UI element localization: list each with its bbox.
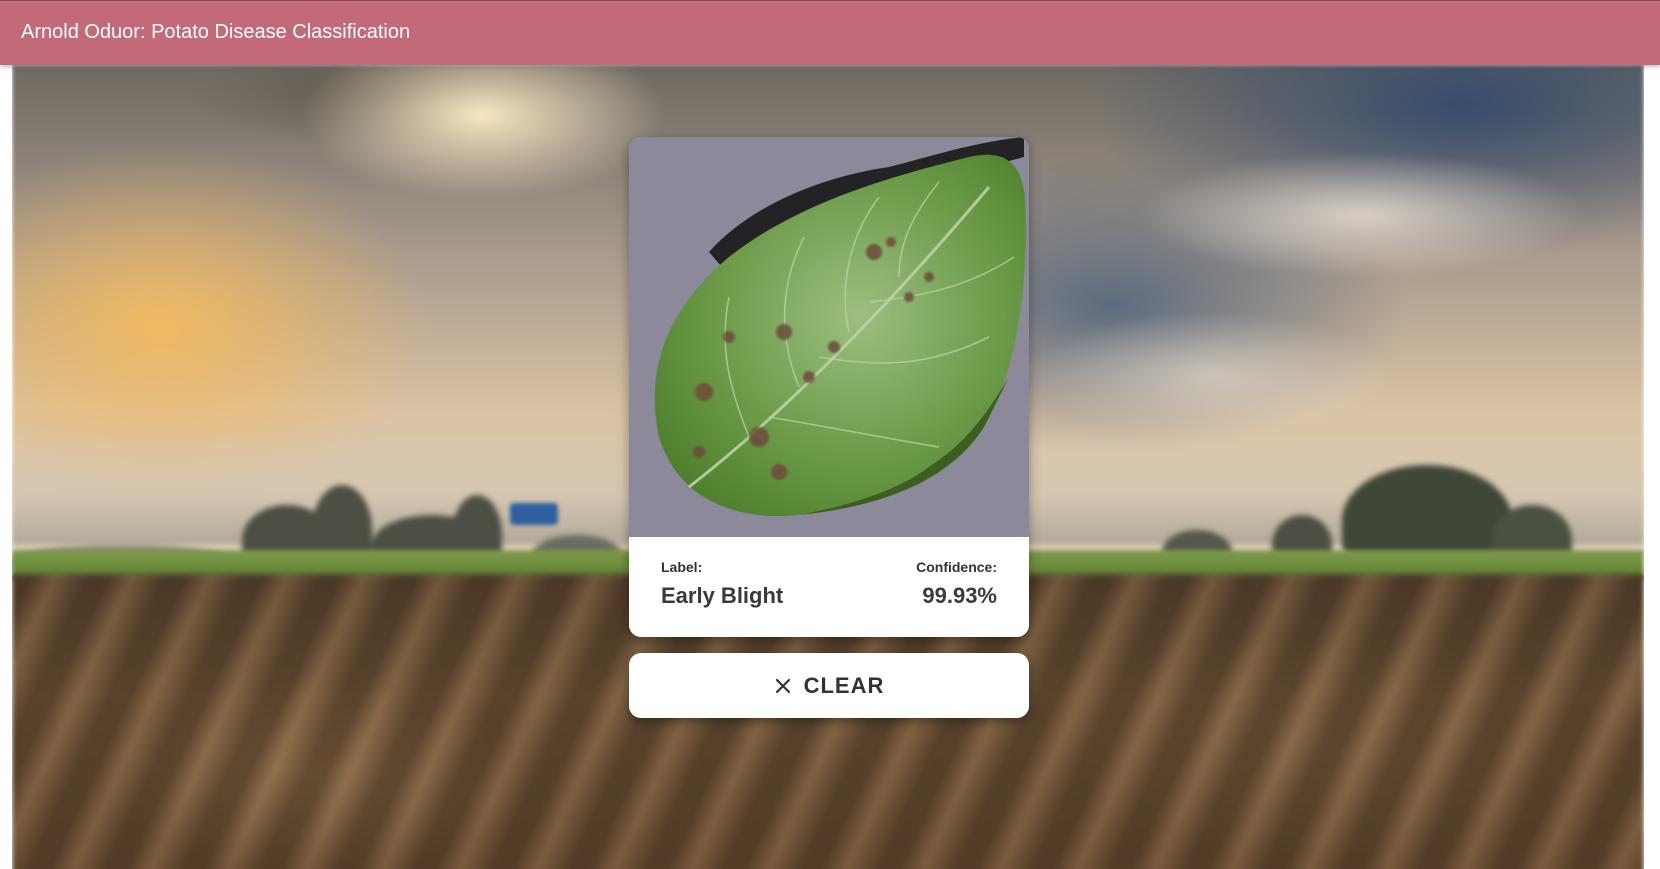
label-caption: Label:: [661, 559, 703, 575]
prediction-result: Label: Early Blight Confidence: 99.93%: [629, 537, 1029, 637]
close-icon: [774, 677, 792, 695]
clear-button[interactable]: CLEAR: [629, 653, 1029, 718]
leaf-icon: [629, 137, 1029, 537]
result-card: Label: Early Blight Confidence: 99.93%: [629, 137, 1029, 637]
app-title: Arnold Oduor: Potato Disease Classificat…: [21, 21, 411, 43]
confidence-value: 99.93%: [922, 583, 997, 608]
confidence-caption: Confidence:: [916, 559, 997, 575]
potato-leaf-image: [629, 137, 1029, 537]
app-bar: Arnold Oduor: Potato Disease Classificat…: [0, 0, 1660, 65]
clear-button-label: CLEAR: [803, 672, 885, 698]
label-value: Early Blight: [661, 583, 784, 608]
